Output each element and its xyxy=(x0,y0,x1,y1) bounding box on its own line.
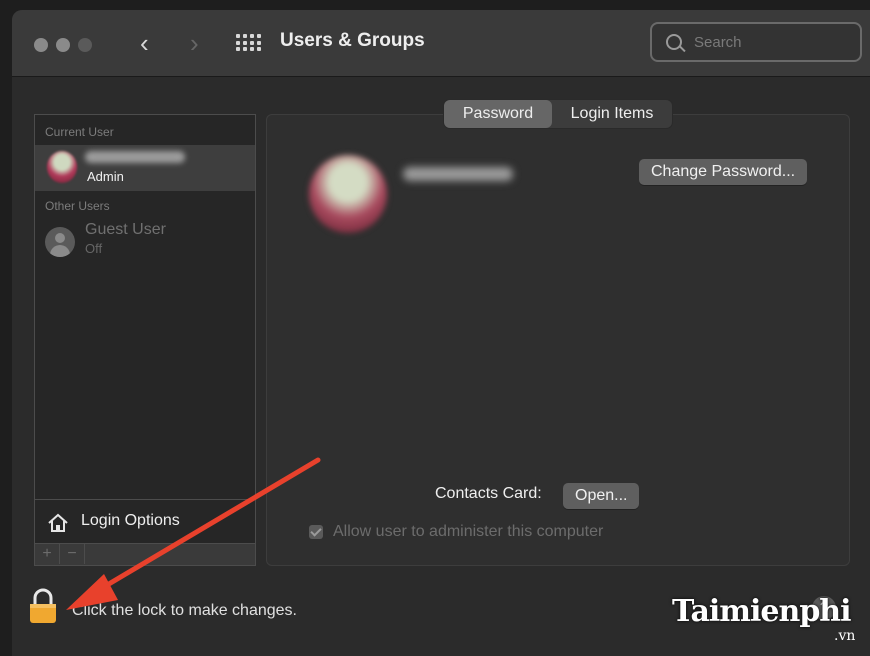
other-users-header: Other Users xyxy=(45,199,110,213)
add-remove-bar: + − xyxy=(35,543,255,565)
guest-user-item[interactable]: Guest User xyxy=(85,221,166,239)
search-icon xyxy=(666,34,682,50)
remove-user-button[interactable]: − xyxy=(60,544,85,564)
tab-password[interactable]: Password xyxy=(444,100,552,128)
search-field[interactable]: Search xyxy=(650,22,862,62)
watermark-domain: .vn xyxy=(834,628,856,644)
open-contacts-button[interactable]: Open... xyxy=(563,483,640,509)
back-chevron-icon[interactable]: ‹ xyxy=(140,28,149,58)
search-placeholder: Search xyxy=(694,34,742,51)
system-preferences-window: ‹ › Users & Groups Search Current User A… xyxy=(12,10,870,656)
blurred-user-name xyxy=(85,151,185,163)
close-window-button[interactable] xyxy=(34,38,48,52)
house-icon xyxy=(48,513,68,532)
current-user-header: Current User xyxy=(45,125,114,139)
guest-user-icon xyxy=(45,227,75,257)
minimize-window-button[interactable] xyxy=(56,38,70,52)
lock-instruction: Click the lock to make changes. xyxy=(72,602,297,619)
guest-user-status: Off xyxy=(85,241,103,256)
lock-icon[interactable] xyxy=(28,588,58,624)
segmented-tabs: Password Login Items xyxy=(444,100,672,128)
watermark-logo: Taimienphi xyxy=(672,594,852,629)
avatar xyxy=(47,151,77,183)
allow-admin-label: Allow user to administer this computer xyxy=(333,523,604,540)
users-sidebar: Current User Admin Other Users Guest Use… xyxy=(34,114,256,566)
window-title: Users & Groups xyxy=(280,30,425,51)
login-options-label: Login Options xyxy=(81,512,180,529)
forward-chevron-icon[interactable]: › xyxy=(190,28,199,58)
login-options-item[interactable]: Login Options xyxy=(35,499,255,543)
user-role: Admin xyxy=(87,169,124,184)
tab-login-items[interactable]: Login Items xyxy=(552,100,672,128)
change-password-button[interactable]: Change Password... xyxy=(639,159,808,185)
user-picture[interactable] xyxy=(309,155,387,233)
add-user-button[interactable]: + xyxy=(35,544,60,564)
blurred-full-name xyxy=(403,167,513,181)
show-all-grid-icon[interactable] xyxy=(236,34,261,52)
title-bar: ‹ › Users & Groups Search xyxy=(12,10,870,77)
allow-admin-checkbox[interactable] xyxy=(309,525,323,539)
contacts-card-label: Contacts Card: xyxy=(435,485,542,502)
user-detail-panel: Change Password... Contacts Card: Open..… xyxy=(266,114,850,566)
zoom-window-button[interactable] xyxy=(78,38,92,52)
current-user-item[interactable]: Admin xyxy=(35,145,255,191)
